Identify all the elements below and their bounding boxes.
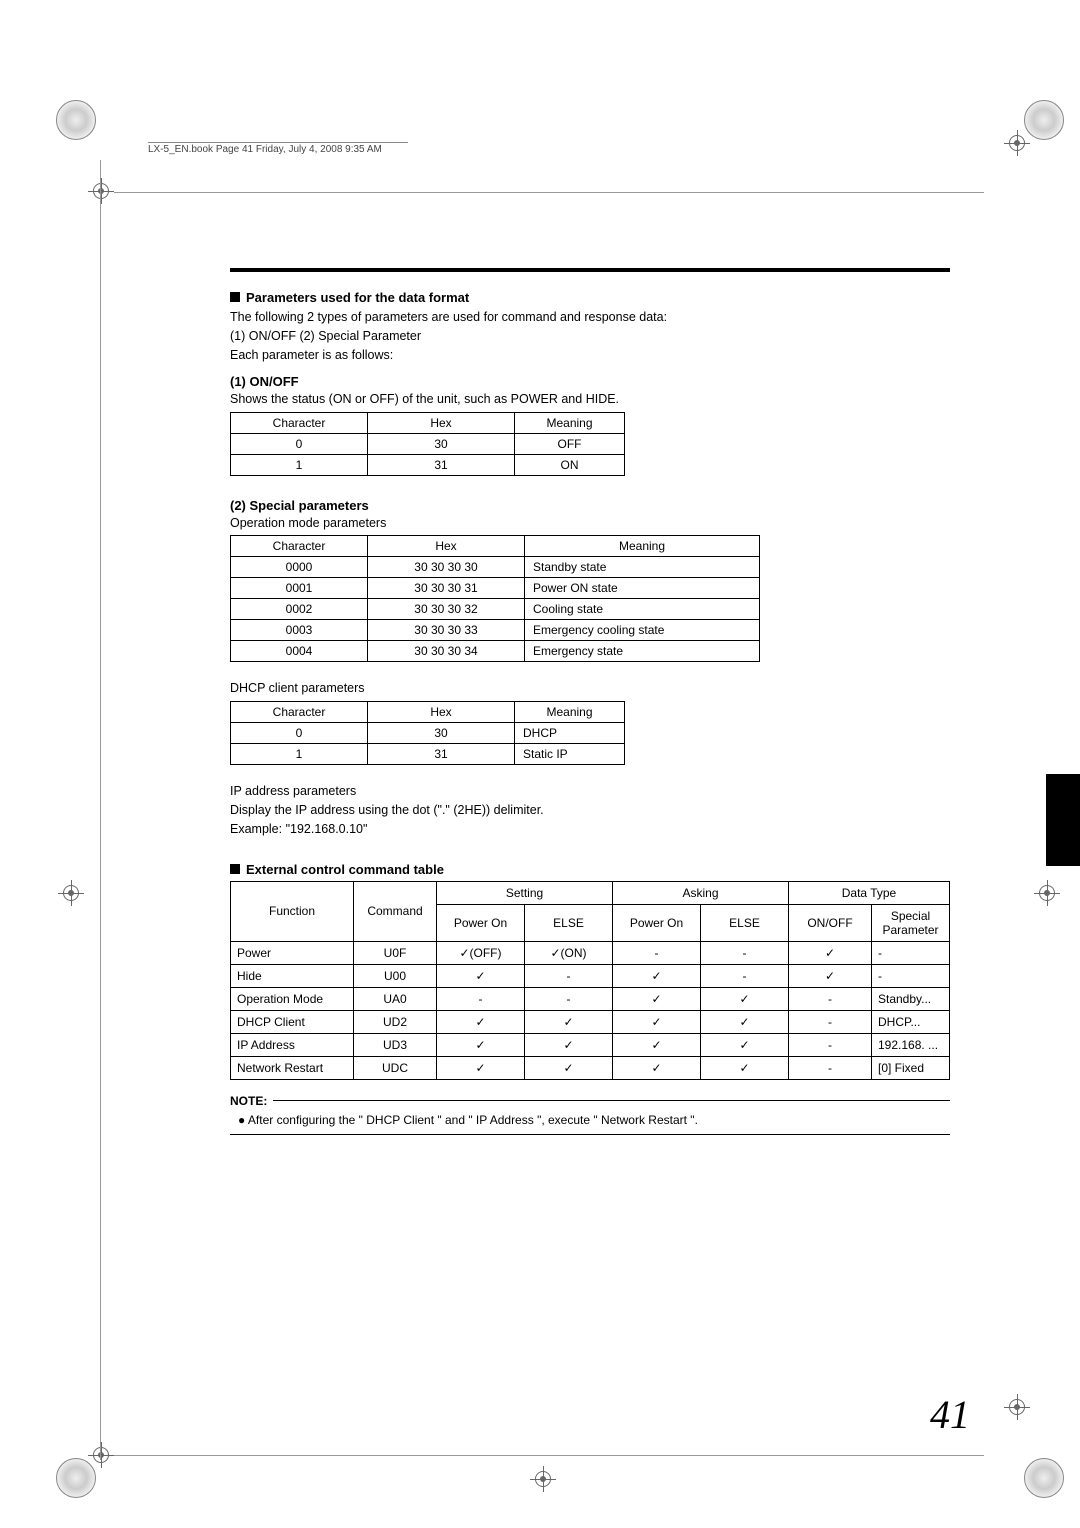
th-hex: Hex [368, 702, 515, 723]
table-row: 131ON [231, 454, 625, 475]
registration-mark-bc [530, 1466, 556, 1492]
crop-mark-br [1024, 1458, 1064, 1498]
th-data-type: Data Type [789, 881, 950, 904]
th-asking-else: ELSE [701, 904, 789, 941]
th-setting-poweron: Power On [437, 904, 525, 941]
registration-mark-br [1004, 1394, 1030, 1420]
table-row: 131Static IP [231, 744, 625, 765]
table-row: 030DHCP [231, 723, 625, 744]
table-row: DHCP ClientUD2✓✓✓✓-DHCP... [231, 1010, 950, 1033]
crop-rule-top [114, 192, 984, 193]
ip-line1: Display the IP address using the dot (".… [230, 802, 950, 819]
heading-special: (2) Special parameters [230, 498, 950, 513]
registration-mark-mr [1034, 880, 1060, 906]
page-number: 41 [930, 1391, 970, 1438]
th-character: Character [231, 702, 368, 723]
registration-mark-bl [88, 1442, 114, 1468]
th-meaning: Meaning [525, 536, 760, 557]
heading-onoff: (1) ON/OFF [230, 374, 950, 389]
intro-line3: Each parameter is as follows: [230, 347, 950, 364]
side-tab-marker [1046, 774, 1080, 866]
th-setting: Setting [437, 881, 613, 904]
th-character: Character [231, 536, 368, 557]
table-row: Function Command Setting Asking Data Typ… [231, 881, 950, 904]
th-hex: Hex [368, 412, 515, 433]
table-row: 000330 30 30 33Emergency cooling state [231, 620, 760, 641]
intro-line1: The following 2 types of parameters are … [230, 309, 950, 326]
square-bullet-icon [230, 292, 240, 302]
section-rule [230, 268, 950, 272]
table-row: Network RestartUDC✓✓✓✓-[0] Fixed [231, 1056, 950, 1079]
table-row: IP AddressUD3✓✓✓✓-192.168. ... [231, 1033, 950, 1056]
table-row: 030OFF [231, 433, 625, 454]
square-bullet-icon [230, 864, 240, 874]
table-operation-mode: Character Hex Meaning 000030 30 30 30Sta… [230, 535, 760, 662]
note-body: ● After configuring the " DHCP Client " … [238, 1112, 950, 1128]
onoff-desc: Shows the status (ON or OFF) of the unit… [230, 391, 950, 408]
table-row: Character Hex Meaning [231, 536, 760, 557]
heading-parameters-text: Parameters used for the data format [246, 290, 469, 305]
table-row: HideU00✓-✓-✓- [231, 964, 950, 987]
registration-mark-ml [58, 880, 84, 906]
table-row: Operation ModeUA0--✓✓-Standby... [231, 987, 950, 1010]
th-onoff: ON/OFF [789, 904, 872, 941]
table-row: Character Hex Meaning [231, 412, 625, 433]
heading-parameters: Parameters used for the data format [230, 290, 950, 305]
table-dhcp-client: Character Hex Meaning 030DHCP 131Static … [230, 701, 625, 765]
th-character: Character [231, 412, 368, 433]
table-row: 000030 30 30 30Standby state [231, 557, 760, 578]
th-meaning: Meaning [515, 412, 625, 433]
th-setting-else: ELSE [525, 904, 613, 941]
crop-rule-left [100, 160, 101, 1460]
note-header: NOTE: [230, 1094, 950, 1108]
table-row: 000230 30 30 32Cooling state [231, 599, 760, 620]
heading-command-table: External control command table [230, 862, 950, 877]
th-function: Function [231, 881, 354, 941]
note-rule [273, 1100, 950, 1101]
intro-line2: (1) ON/OFF (2) Special Parameter [230, 328, 950, 345]
page-content: Parameters used for the data format The … [230, 268, 950, 1135]
note-end-rule [230, 1134, 950, 1135]
op-mode-subtitle: Operation mode parameters [230, 515, 950, 532]
table-row: 000130 30 30 31Power ON state [231, 578, 760, 599]
ip-line2: Example: "192.168.0.10" [230, 821, 950, 838]
crop-mark-tr [1024, 100, 1064, 140]
dhcp-subtitle: DHCP client parameters [230, 680, 950, 697]
ip-subtitle: IP address parameters [230, 783, 950, 800]
book-header: LX-5_EN.book Page 41 Friday, July 4, 200… [148, 142, 408, 155]
table-row: PowerU0F✓(OFF)✓(ON)--✓- [231, 941, 950, 964]
table-onoff: Character Hex Meaning 030OFF 131ON [230, 412, 625, 476]
th-hex: Hex [368, 536, 525, 557]
th-meaning: Meaning [515, 702, 625, 723]
table-row: 000430 30 30 34Emergency state [231, 641, 760, 662]
heading-command-table-text: External control command table [246, 862, 444, 877]
registration-mark-tr [1004, 130, 1030, 156]
note-label: NOTE: [230, 1094, 267, 1108]
crop-mark-tl [56, 100, 96, 140]
registration-mark-tl [88, 178, 114, 204]
table-command: Function Command Setting Asking Data Typ… [230, 881, 950, 1080]
crop-rule-bottom [114, 1455, 984, 1456]
th-asking-poweron: Power On [613, 904, 701, 941]
th-asking: Asking [613, 881, 789, 904]
th-special-param: Special Parameter [872, 904, 950, 941]
th-command: Command [354, 881, 437, 941]
table-row: Character Hex Meaning [231, 702, 625, 723]
